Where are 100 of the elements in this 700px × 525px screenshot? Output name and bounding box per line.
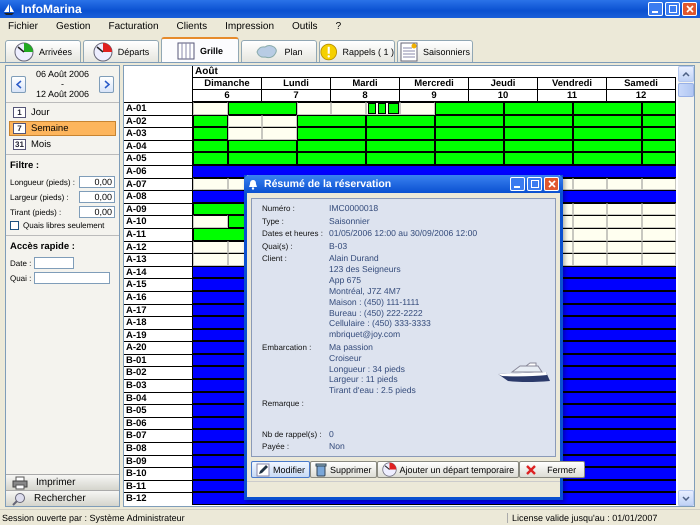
scroll-up-button[interactable] [678,66,694,82]
free-cell[interactable] [572,253,607,266]
menu-item[interactable]: Outils [288,20,326,32]
dialog-button[interactable]: Modifier [251,461,310,478]
free-cell[interactable] [228,127,262,140]
menu-item[interactable]: ? [332,20,350,32]
booking-bar[interactable] [572,152,642,165]
scrollbar[interactable] [678,66,694,506]
tab[interactable]: Plan [241,40,317,62]
booking-bar[interactable] [296,152,366,165]
booking-bar[interactable] [642,127,676,140]
scroll-thumb[interactable] [678,83,694,97]
booking-bar[interactable] [296,127,366,140]
free-cell[interactable] [193,102,228,115]
berth-label: A-20 [124,341,193,354]
action-button[interactable]: Imprimer [6,474,119,490]
checkbox[interactable] [10,221,19,230]
menu-item[interactable]: Gestion [52,20,98,32]
booking-bar[interactable] [193,152,228,165]
booking-bar[interactable] [504,127,572,140]
view-option[interactable]: 1 Jour [9,105,116,120]
free-cell[interactable] [193,240,228,254]
booking-bar[interactable] [228,102,296,115]
booking-bar[interactable] [388,103,398,114]
minimize-button[interactable] [648,2,663,16]
session-status: Session ouverte par : Système Administrateur [1,512,186,522]
booking-bar[interactable] [504,114,572,128]
booking-bar[interactable] [368,103,376,114]
free-cell[interactable] [262,114,296,128]
booking-bar[interactable] [572,140,642,152]
free-cell[interactable] [193,215,228,228]
previous-button[interactable] [11,76,26,92]
free-cell[interactable] [366,102,400,115]
free-cell[interactable] [607,253,642,266]
tab[interactable]: Grille [161,37,239,62]
booking-bar[interactable] [228,152,296,165]
menu-item[interactable]: Fichier [4,20,46,32]
booking-bar[interactable] [572,102,642,115]
free-cell[interactable] [607,215,642,228]
menu-item[interactable]: Impression [221,20,282,32]
free-cell[interactable] [193,178,228,190]
menu-item[interactable]: Facturation [104,20,167,32]
free-cell[interactable] [193,253,228,266]
booking-bar[interactable] [572,127,642,140]
booking-bar[interactable] [434,152,504,165]
dialog-button[interactable]: Supprimer [310,461,377,478]
booking-bar[interactable] [642,102,676,115]
booking-bar[interactable] [296,114,366,128]
menu-item[interactable]: Clients [172,20,216,32]
view-option[interactable]: 31 Mois [9,137,116,152]
free-cell[interactable] [331,102,366,115]
booking-bar[interactable] [296,140,366,152]
tab[interactable]: Saisonniers [397,40,473,62]
maximize-button[interactable] [665,2,680,16]
scroll-down-button[interactable] [678,490,694,506]
free-cell[interactable] [607,178,642,190]
booking-bar[interactable] [228,140,296,152]
booking-bar[interactable] [193,140,228,152]
booking-bar[interactable] [504,152,572,165]
booking-bar[interactable] [378,103,386,114]
input-field[interactable]: 0,00 [79,176,115,188]
booking-bar[interactable] [366,127,434,140]
dialog-button[interactable]: Ajouter un départ temporaire [376,461,520,478]
next-button[interactable] [99,76,114,92]
free-cell[interactable] [607,228,642,241]
booking-bar[interactable] [434,102,504,115]
booking-bar[interactable] [193,127,228,140]
input-field[interactable]: 0,00 [79,191,115,203]
dialog-button[interactable]: Fermer [519,461,586,478]
booking-bar[interactable] [642,152,676,165]
input-field[interactable] [34,257,74,269]
free-cell[interactable] [607,240,642,254]
input-field[interactable]: 0,00 [79,206,115,218]
free-cell[interactable] [262,127,296,140]
booking-bar[interactable] [366,152,434,165]
free-cell[interactable] [642,253,676,266]
booking-bar[interactable] [572,114,642,128]
action-button[interactable]: Rechercher [6,490,119,506]
booking-bar[interactable] [366,140,434,152]
booking-bar[interactable] [366,114,434,128]
minimize-button[interactable] [510,177,525,191]
booking-bar[interactable] [504,102,572,115]
input-field[interactable] [34,272,110,284]
free-cell[interactable] [607,202,642,216]
booking-bar[interactable] [193,114,228,128]
free-cell[interactable] [642,215,676,228]
free-cell[interactable] [572,215,607,228]
view-option[interactable]: 7 Semaine [9,121,116,136]
tab[interactable]: Départs [83,40,159,62]
close-button[interactable] [682,2,697,16]
free-cell[interactable] [296,102,331,115]
booking-bar[interactable] [434,127,504,140]
maximize-button[interactable] [527,177,542,191]
free-cell[interactable] [400,102,434,115]
tab[interactable]: Arrivées [5,40,81,62]
tab[interactable]: Rappels ( 1 ) [319,40,395,62]
close-button[interactable] [544,177,559,191]
booking-bar[interactable] [504,140,572,152]
booking-bar[interactable] [434,140,504,152]
booking-bar[interactable] [434,114,504,128]
